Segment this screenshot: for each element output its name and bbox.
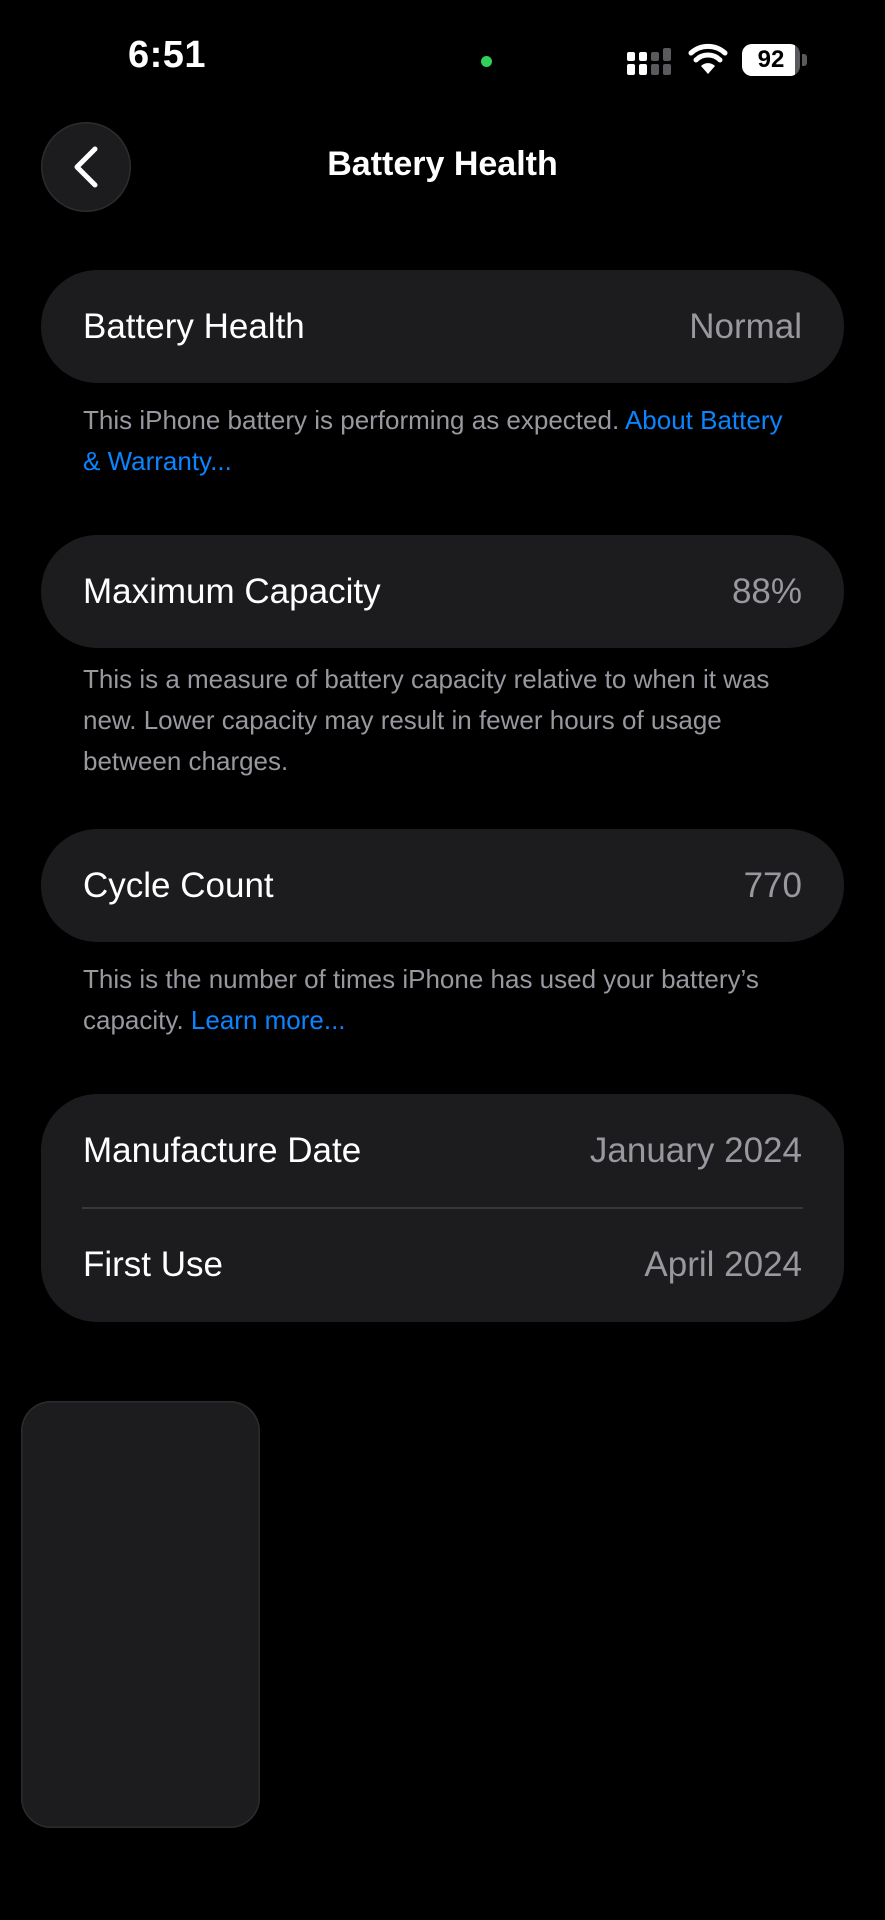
wifi-icon — [688, 43, 728, 74]
privacy-indicator-dot — [481, 56, 492, 67]
cycle-count-footnote-text: This is the number of times iPhone has u… — [83, 964, 759, 1035]
battery-health-footnote: This iPhone battery is performing as exp… — [83, 400, 783, 482]
first-use-value: April 2024 — [644, 1245, 802, 1284]
battery-health-label: Battery Health — [83, 306, 305, 346]
maximum-capacity-card: Maximum Capacity 88% — [41, 535, 844, 648]
manufacture-date-label: Manufacture Date — [83, 1130, 362, 1170]
battery-icon: 92 — [742, 44, 808, 76]
battery-health-row: Battery Health Normal — [41, 270, 844, 383]
battery-health-card: Battery Health Normal — [41, 270, 844, 383]
battery-health-value: Normal — [689, 306, 802, 346]
status-time: 6:51 — [128, 34, 207, 76]
maximum-capacity-value: 88% — [731, 571, 802, 611]
cycle-count-label: Cycle Count — [83, 865, 274, 905]
battery-health-footnote-text: This iPhone battery is performing as exp… — [83, 405, 625, 435]
first-use-label: First Use — [83, 1245, 223, 1284]
cycle-count-footnote: This is the number of times iPhone has u… — [83, 959, 783, 1041]
maximum-capacity-row: Maximum Capacity 88% — [41, 535, 844, 648]
manufacture-date-value: January 2024 — [589, 1130, 802, 1170]
battery-dates-card: Manufacture Date January 2024 First Use … — [41, 1094, 844, 1322]
signal-icon — [627, 48, 671, 75]
battery-level-text: 92 — [757, 46, 785, 73]
learn-more-link[interactable]: Learn more... — [191, 1005, 346, 1035]
page-title: Battery Health — [327, 145, 558, 183]
floating-thumbnail[interactable] — [21, 1401, 260, 1828]
cycle-count-value: 770 — [743, 865, 802, 905]
cycle-count-row: Cycle Count 770 — [41, 829, 844, 942]
manufacture-date-row: Manufacture Date January 2024 — [41, 1094, 844, 1207]
battery-tip — [802, 54, 807, 66]
maximum-capacity-footnote: This is a measure of battery capacity re… — [83, 664, 770, 776]
first-use-row: First Use April 2024 — [41, 1209, 844, 1322]
maximum-capacity-label: Maximum Capacity — [83, 571, 381, 611]
cycle-count-card: Cycle Count 770 — [41, 829, 844, 942]
